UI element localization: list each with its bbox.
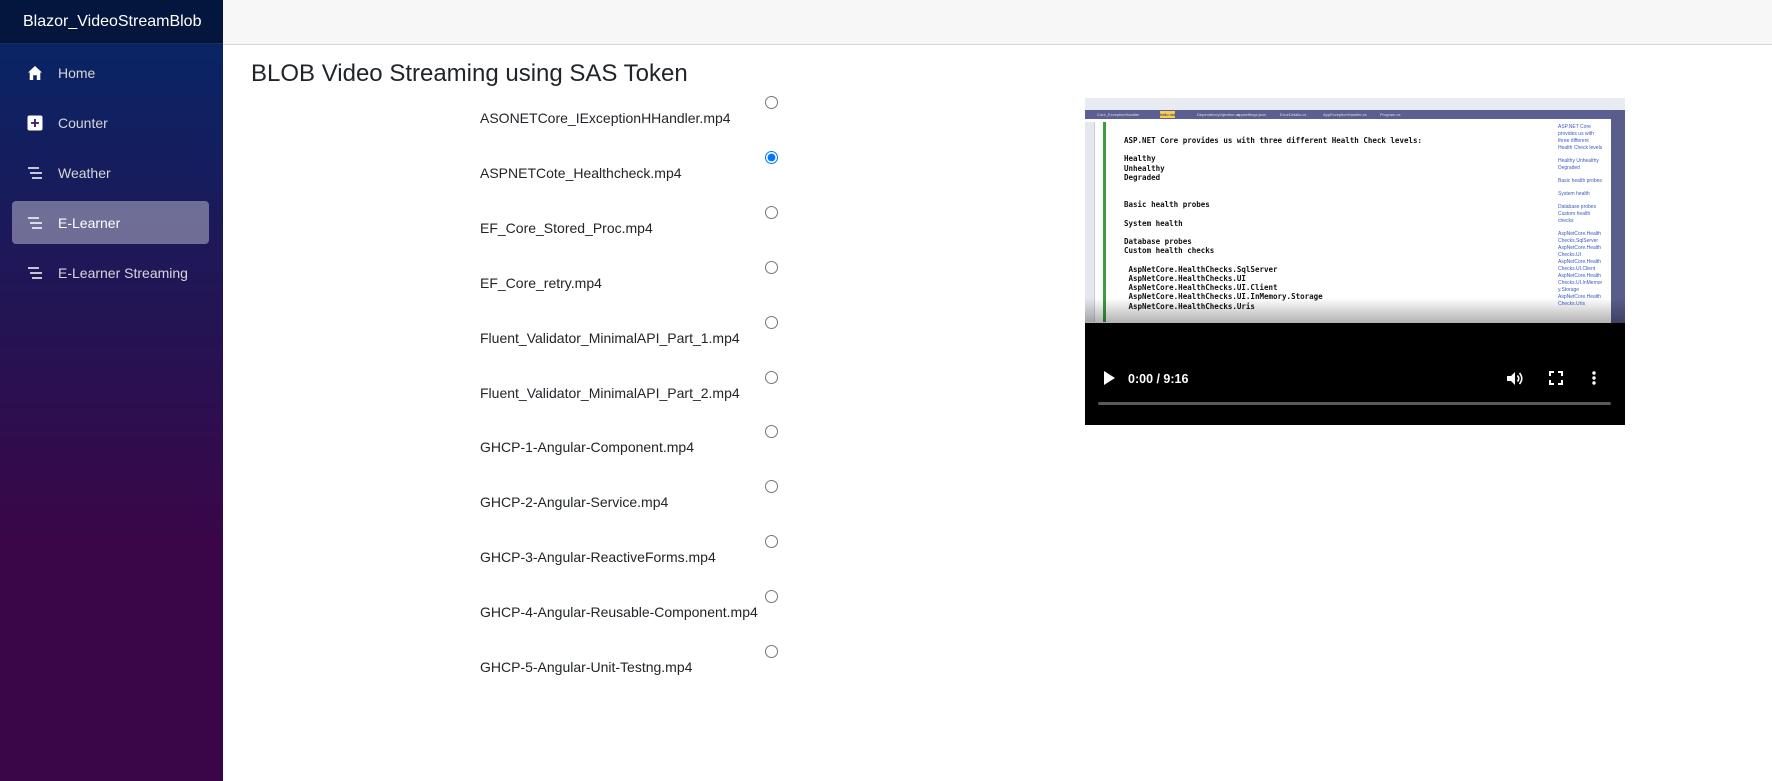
file-radio[interactable] <box>765 260 778 274</box>
nav-item-label: E-Learner Streaming <box>58 264 188 281</box>
ide-right-rail <box>1611 110 1625 323</box>
nav-item-label: Counter <box>58 114 108 131</box>
more-options-icon[interactable] <box>1592 371 1596 385</box>
top-bar <box>223 0 1772 45</box>
ide-tab: Core_ExceptionHandler <box>1097 112 1140 117</box>
code-editor: ASP.NET Core provides us with three diff… <box>1103 122 1576 322</box>
file-radio[interactable] <box>765 96 778 109</box>
ide-left-rail <box>1085 122 1095 322</box>
outline-entry: Basic health probes <box>1558 178 1602 184</box>
nav-item-weather[interactable]: Weather <box>12 151 209 194</box>
ide-tab: hello.md <box>1160 111 1176 118</box>
app-brand[interactable]: Blazor_VideoStreamBlob <box>0 0 223 44</box>
file-radio[interactable] <box>765 315 778 329</box>
file-radio[interactable] <box>765 425 778 439</box>
file-name: GHCP-4-Angular-Reusable-Component.mp4 <box>480 604 758 621</box>
ide-tab: Program.cs <box>1380 112 1401 117</box>
file-radio[interactable] <box>765 590 778 604</box>
nav-item-label: E-Learner <box>58 214 121 231</box>
file-name: GHCP-5-Angular-Unit-Testng.mp4 <box>480 659 693 675</box>
ide-tab: DependencyInjection.cs <box>1197 112 1240 117</box>
code-text: ASP.NET Core provides us with three diff… <box>1124 136 1423 311</box>
fullscreen-icon[interactable] <box>1549 371 1563 385</box>
list-icon <box>26 164 44 182</box>
file-name: GHCP-3-Angular-ReactiveForms.mp4 <box>480 549 716 566</box>
list-icon <box>26 214 44 232</box>
outline-entry: ASP.NET Core provides us with three diff… <box>1558 124 1603 151</box>
file-name: EF_Core_retry.mp4 <box>480 274 602 291</box>
ide-tab: ErrorDetails.cs <box>1280 112 1307 117</box>
time-display: 0:00 / 9:16 <box>1128 372 1189 386</box>
video-frame: Core_ExceptionHandler hello.md DependencyI… <box>1085 98 1625 323</box>
video-controls: 0:00 / 9:16 <box>1085 360 1625 400</box>
ide-tab: appsettings.json <box>1237 112 1266 117</box>
plus-icon <box>26 114 44 132</box>
progress-bar[interactable] <box>1098 402 1611 405</box>
nav-item-e-learner[interactable]: E-Learner <box>12 201 209 244</box>
file-radio[interactable] <box>765 370 778 384</box>
nav-item-e-learner-streaming[interactable]: E-Learner Streaming <box>12 251 209 294</box>
file-radio[interactable] <box>765 480 778 494</box>
outline-entry: AspNetCore.Health Checks.SqlServer AspNe… <box>1558 231 1603 307</box>
file-name: EF_Core_Stored_Proc.mp4 <box>480 219 653 236</box>
nav-item-label: Home <box>58 64 96 81</box>
file-name: Fluent_Validator_MinimalAPI_Part_1.mp4 <box>480 329 740 346</box>
outline-entry: Database probes Custom health checks <box>1558 204 1597 224</box>
nav-item-home[interactable]: Home <box>12 51 209 94</box>
file-radio[interactable] <box>765 150 778 164</box>
page-title: BLOB Video Streaming using SAS Token <box>251 60 688 87</box>
file-radio[interactable] <box>765 645 778 658</box>
sidebar: Blazor_VideoStreamBlob Home Counter Weathe… <box>0 0 223 781</box>
outline-entry: Healthy Unhealthy Degraded <box>1558 158 1599 171</box>
video-player[interactable]: Core_ExceptionHandler hello.md DependencyI… <box>1085 98 1625 425</box>
file-radio[interactable] <box>765 535 778 549</box>
file-name: ASONETCore_IExceptionHHandler.mp4 <box>480 110 731 126</box>
play-icon[interactable] <box>1103 371 1115 385</box>
file-name: GHCP-1-Angular-Component.mp4 <box>480 439 694 456</box>
nav-menu: Home Counter Weather E-Learner E-Learner Str… <box>0 44 223 294</box>
outline-entry: System health <box>1558 191 1590 197</box>
file-name: GHCP-2-Angular-Service.mp4 <box>480 494 669 511</box>
file-name: ASPNETCote_Healthcheck.mp4 <box>480 164 682 181</box>
list-icon <box>26 264 44 282</box>
home-icon <box>26 64 44 82</box>
volume-icon[interactable] <box>1507 371 1524 386</box>
ide-tab: AppExceptionHandler.cs <box>1323 112 1367 117</box>
file-name: Fluent_Validator_MinimalAPI_Part_2.mp4 <box>480 384 740 401</box>
file-radio[interactable] <box>765 205 778 219</box>
ide-tabs: Core_ExceptionHandler hello.md DependencyI… <box>1085 110 1625 119</box>
outline-panel: ASP.NET Core provides us with three diff… <box>1554 122 1606 323</box>
nav-item-counter[interactable]: Counter <box>12 101 209 144</box>
nav-item-label: Weather <box>58 164 111 181</box>
